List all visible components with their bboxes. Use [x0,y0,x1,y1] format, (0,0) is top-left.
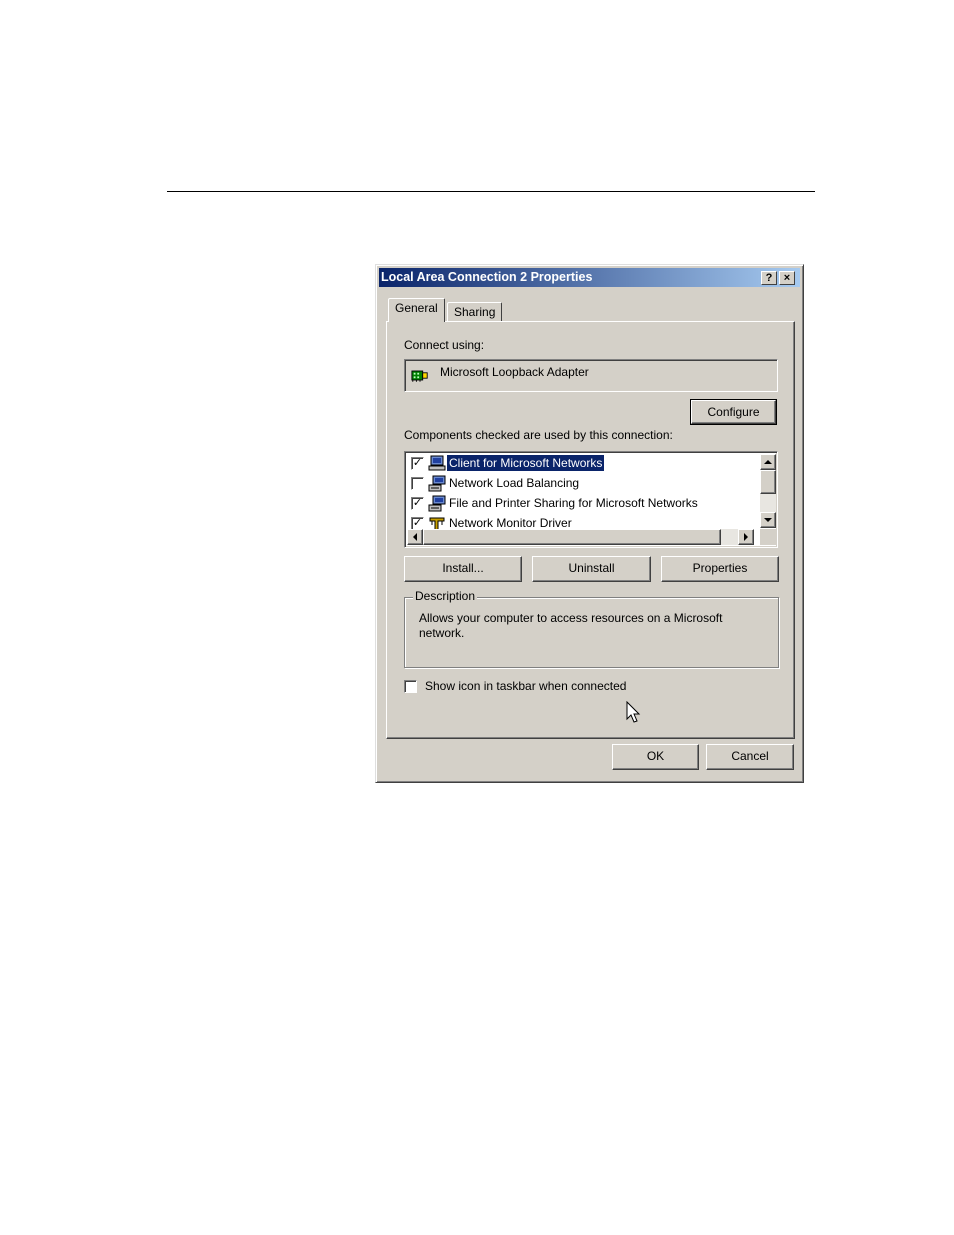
arrow-right-icon [744,533,748,541]
component-checkbox[interactable]: ✓ [411,457,424,470]
horizontal-scroll-track[interactable] [721,529,738,545]
component-label: File and Printer Sharing for Microsoft N… [449,496,698,510]
connect-using-label: Connect using: [404,338,485,352]
title-bar[interactable]: Local Area Connection 2 Properties ? × [379,268,800,287]
description-legend: Description [413,589,478,603]
vertical-scroll-thumb[interactable] [760,470,776,494]
component-label: Network Load Balancing [449,476,580,490]
install-button[interactable]: Install... [404,556,522,582]
component-label: Client for Microsoft Networks [445,454,606,472]
description-text: Allows your computer to access resources… [419,611,723,640]
adapter-name: Microsoft Loopback Adapter [440,365,589,379]
component-checkbox[interactable] [411,477,424,490]
properties-dialog: Local Area Connection 2 Properties ? × G… [375,264,804,783]
arrow-up-icon [764,460,772,464]
components-list[interactable]: ✓ Client for Microsoft Networks Network … [404,451,778,548]
scroll-down-button[interactable] [760,512,776,528]
horizontal-scroll-thumb[interactable] [423,529,721,545]
show-icon-checkbox[interactable] [404,680,417,693]
page-divider-line [167,191,815,192]
component-checkbox[interactable]: ✓ [411,497,424,510]
general-tab-panel: Connect using: Microsoft Loopback Adapte… [386,321,795,739]
network-service-icon [428,475,446,492]
scroll-left-button[interactable] [407,529,423,545]
network-client-icon [428,455,446,471]
tab-sharing[interactable]: Sharing [447,302,503,322]
scroll-right-button[interactable] [738,529,754,545]
cancel-button[interactable]: Cancel [706,744,794,770]
scroll-corner [760,529,776,545]
tab-general[interactable]: General [388,298,445,322]
help-button[interactable]: ? [761,271,777,285]
arrow-left-icon [413,533,417,541]
show-icon-label: Show icon in taskbar when connected [425,679,627,693]
properties-button[interactable]: Properties [661,556,779,582]
scroll-up-button[interactable] [760,454,776,470]
description-group: Description Allows your computer to acce… [404,589,779,668]
list-item[interactable]: ✓ Client for Microsoft Networks [409,453,749,473]
components-label: Components checked are used by this conn… [404,428,673,442]
uninstall-button[interactable]: Uninstall [532,556,651,582]
window-title: Local Area Connection 2 Properties [381,270,593,284]
network-adapter-icon [411,370,428,382]
mouse-cursor-icon [626,701,641,723]
adapter-field: Microsoft Loopback Adapter [404,359,778,392]
arrow-down-icon [764,518,772,522]
close-button[interactable]: × [779,271,795,285]
configure-button[interactable]: Configure [690,399,777,425]
network-service-icon [428,495,446,512]
list-item[interactable]: ✓ File and Printer Sharing for Microsoft… [409,493,749,513]
ok-button[interactable]: OK [612,744,699,770]
list-item[interactable]: Network Load Balancing [409,473,749,493]
